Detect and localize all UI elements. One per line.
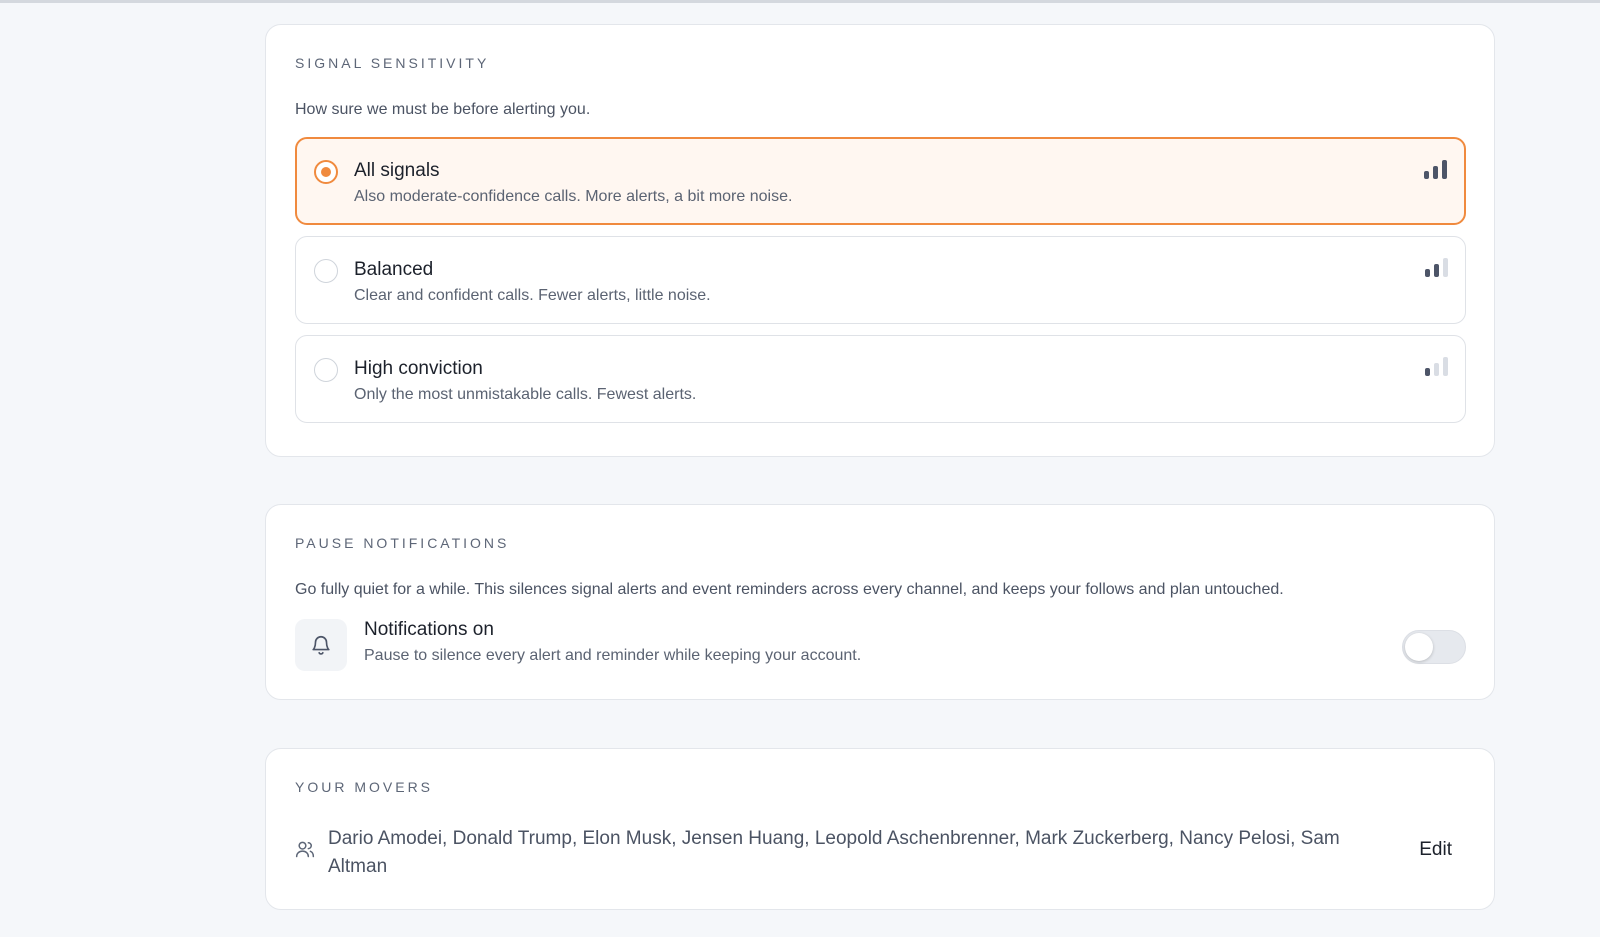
section-title-sensitivity: SIGNAL SENSITIVITY — [295, 55, 490, 71]
notifications-status-description: Pause to silence every alert and reminde… — [364, 647, 862, 664]
section-title-movers: YOUR MOVERS — [295, 779, 434, 795]
pause-notifications-card: PAUSE NOTIFICATIONS Go fully quiet for a… — [265, 504, 1495, 700]
option-description: Clear and confident calls. Fewer alerts,… — [354, 287, 711, 304]
your-movers-card: YOUR MOVERS Dario Amodei, Donald Trump, … — [265, 748, 1495, 910]
radio-balanced[interactable] — [314, 259, 338, 283]
movers-list: Dario Amodei, Donald Trump, Elon Musk, J… — [328, 828, 1340, 877]
option-description: Also moderate-confidence calls. More ale… — [354, 188, 793, 205]
option-label: Balanced — [354, 259, 434, 280]
top-divider — [0, 0, 1600, 3]
option-high-conviction[interactable]: High conviction Only the most unmistakab… — [295, 335, 1466, 423]
pause-description: Go fully quiet for a while. This silence… — [295, 581, 1284, 598]
option-label: All signals — [354, 160, 440, 181]
signal-sensitivity-card: SIGNAL SENSITIVITY How sure we must be b… — [265, 24, 1495, 457]
bell-icon-container — [295, 619, 347, 671]
option-description: Only the most unmistakable calls. Fewest… — [354, 386, 697, 403]
radio-high-conviction[interactable] — [314, 358, 338, 382]
pause-notifications-toggle[interactable] — [1402, 630, 1466, 664]
edit-movers-button[interactable]: Edit — [1419, 839, 1452, 861]
sensitivity-description: How sure we must be before alerting you. — [295, 101, 591, 118]
option-all-signals[interactable]: All signals Also moderate-confidence cal… — [295, 137, 1466, 225]
option-balanced[interactable]: Balanced Clear and confident calls. Fewe… — [295, 236, 1466, 324]
option-label: High conviction — [354, 358, 483, 379]
section-title-pause: PAUSE NOTIFICATIONS — [295, 535, 510, 551]
notifications-status-label: Notifications on — [364, 619, 494, 640]
signal-strength-icon — [1425, 356, 1449, 376]
signal-strength-icon — [1425, 257, 1449, 277]
people-icon — [295, 841, 315, 858]
toggle-knob — [1405, 633, 1433, 661]
radio-all-signals[interactable] — [314, 160, 338, 184]
bell-icon — [312, 636, 330, 655]
signal-strength-icon — [1424, 159, 1448, 179]
